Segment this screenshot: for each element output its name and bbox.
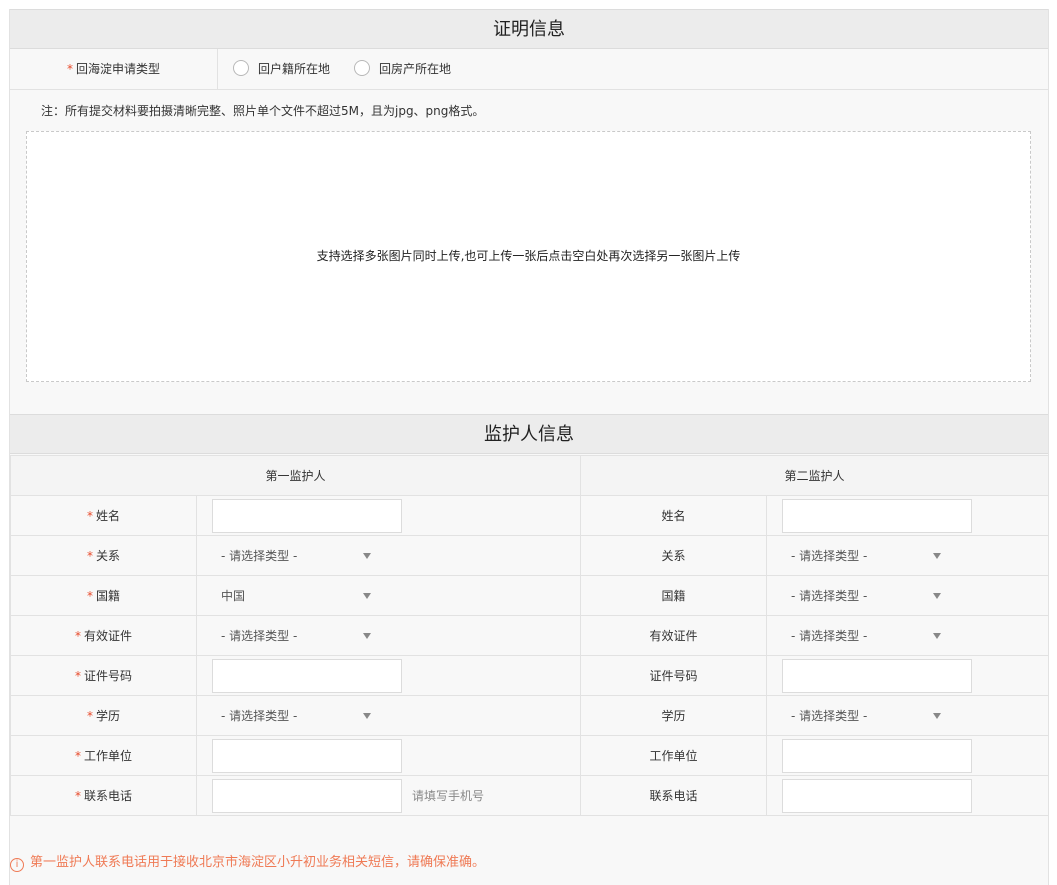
proof-section-title: 证明信息 [10, 9, 1048, 49]
radio-property-label[interactable]: 回房产所在地 [379, 49, 451, 89]
second-idtype-label: 有效证件 [580, 615, 768, 656]
second-phone-input[interactable] [782, 779, 973, 813]
second-idnumber-input[interactable] [782, 659, 973, 693]
guardian-section-title: 监护人信息 [10, 414, 1048, 454]
chevron-down-icon [363, 713, 371, 719]
info-circle-icon: i [10, 858, 24, 872]
second-employer-label: 工作单位 [580, 735, 768, 776]
second-idnumber-label: 证件号码 [580, 655, 768, 696]
first-education-select[interactable]: - 请选择类型 - [221, 696, 371, 736]
chevron-down-icon [933, 633, 942, 639]
table-row: * 证件号码 证件号码 [10, 655, 1050, 696]
table-row: * 姓名 姓名 [10, 495, 1050, 536]
first-employer-input[interactable] [212, 739, 402, 773]
phone-hint: 请填写手机号 [412, 789, 485, 803]
second-guardian-header: 第二监护人 [580, 455, 1050, 496]
guardian-table: 第一监护人 第二监护人 * 姓名 姓名 * 关系 - 请选择类型 - 关系 - 请选… [9, 455, 1050, 816]
first-idnumber-label: * 证件号码 [10, 655, 197, 696]
chevron-down-icon [363, 633, 371, 639]
first-name-label: * 姓名 [10, 495, 197, 536]
second-nationality-label: 国籍 [580, 575, 768, 616]
table-row: * 有效证件 - 请选择类型 - 有效证件 - 请选择类型 - [10, 615, 1050, 656]
form-container: 证明信息 * 回海淀申请类型 回户籍所在地 回房产所在地 注：所有提交材料要拍摄清… [9, 9, 1050, 885]
second-education-select[interactable]: - 请选择类型 - [791, 696, 942, 736]
second-relation-label: 关系 [580, 535, 768, 576]
radio-household-label[interactable]: 回户籍所在地 [258, 49, 330, 89]
radio-property[interactable] [354, 60, 370, 76]
upload-dropzone[interactable]: 支持选择多张图片同时上传,也可上传一张后点击空白处再次选择另一张图片上传 [26, 131, 1031, 382]
first-nationality-select[interactable]: 中国 [221, 576, 371, 616]
first-relation-label: * 关系 [10, 535, 197, 576]
guardian-header-row: 第一监护人 第二监护人 [9, 455, 1050, 496]
second-idtype-select[interactable]: - 请选择类型 - [791, 616, 942, 656]
phone-warning: i 第一监护人联系电话用于接收北京市海淀区小升初业务相关短信，请确保准确。 [10, 851, 485, 872]
first-relation-select[interactable]: - 请选择类型 - [221, 536, 371, 576]
first-idnumber-input[interactable] [212, 659, 402, 693]
table-row: * 国籍 中国 国籍 - 请选择类型 - [10, 575, 1050, 616]
apply-type-label: * 回海淀申请类型 [10, 49, 218, 89]
second-employer-input[interactable] [782, 739, 973, 773]
table-row: * 工作单位 工作单位 [10, 735, 1050, 776]
first-phone-label: * 联系电话 [10, 775, 197, 816]
first-phone-input[interactable] [212, 779, 402, 813]
chevron-down-icon [933, 713, 942, 719]
first-education-label: * 学历 [10, 695, 197, 736]
second-relation-select[interactable]: - 请选择类型 - [791, 536, 942, 576]
first-employer-label: * 工作单位 [10, 735, 197, 776]
chevron-down-icon [363, 593, 371, 599]
first-idtype-label: * 有效证件 [10, 615, 197, 656]
second-nationality-select[interactable]: - 请选择类型 - [791, 576, 942, 616]
chevron-down-icon [363, 553, 371, 559]
second-name-input[interactable] [782, 499, 973, 533]
chevron-down-icon [933, 593, 942, 599]
table-row: * 学历 - 请选择类型 - 学历 - 请选择类型 - [10, 695, 1050, 736]
first-nationality-label: * 国籍 [10, 575, 197, 616]
chevron-down-icon [933, 553, 942, 559]
table-row: * 联系电话 请填写手机号 联系电话 [10, 775, 1050, 816]
upload-note: 注：所有提交材料要拍摄清晰完整、照片单个文件不超过5M，且为jpg、png格式。 [41, 104, 485, 118]
apply-type-row: * 回海淀申请类型 回户籍所在地 回房产所在地 [10, 49, 1048, 90]
first-name-input[interactable] [212, 499, 402, 533]
second-phone-label: 联系电话 [580, 775, 768, 816]
table-row: * 关系 - 请选择类型 - 关系 - 请选择类型 - [10, 535, 1050, 576]
first-idtype-select[interactable]: - 请选择类型 - [221, 616, 371, 656]
second-education-label: 学历 [580, 695, 768, 736]
second-name-label: 姓名 [580, 495, 768, 536]
radio-household[interactable] [233, 60, 249, 76]
first-guardian-header: 第一监护人 [9, 455, 582, 496]
required-mark: * [66, 62, 73, 76]
